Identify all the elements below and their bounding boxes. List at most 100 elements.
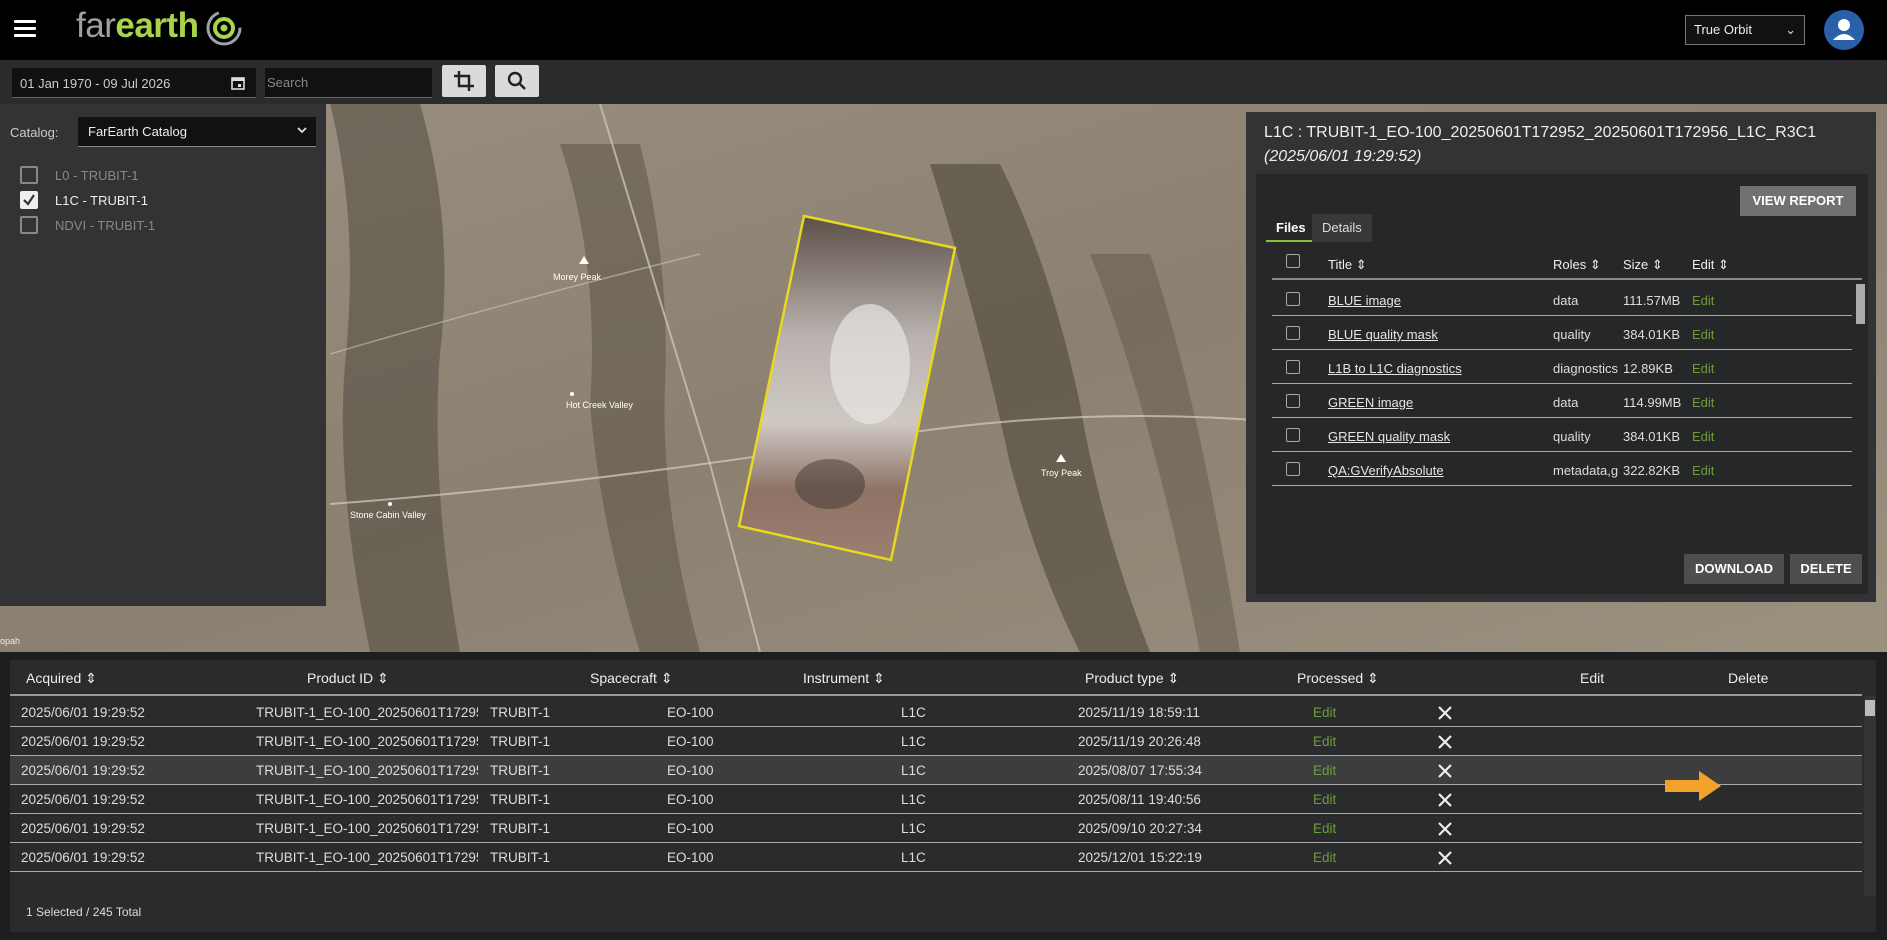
crop-button[interactable] xyxy=(442,65,486,97)
select-all-checkbox[interactable] xyxy=(1286,254,1300,268)
file-size: 322.82KB xyxy=(1623,463,1681,478)
detail-content: VIEW REPORT Files Details Title ⇕ Roles … xyxy=(1256,174,1868,594)
cell-type: L1C xyxy=(901,792,926,807)
column-size[interactable]: Size ⇕ xyxy=(1623,257,1663,273)
column-acquired[interactable]: Acquired ⇕ xyxy=(26,670,97,687)
x-icon[interactable] xyxy=(1436,704,1454,722)
file-row[interactable]: BLUE quality mask quality 384.01KB Edit xyxy=(1272,316,1852,350)
svg-text:Stone Cabin Valley: Stone Cabin Valley xyxy=(350,510,426,520)
cell-instrument: EO-100 xyxy=(667,792,714,807)
row-edit-link[interactable]: Edit xyxy=(1313,850,1336,865)
cell-spacecraft: TRUBIT-1 xyxy=(490,763,551,778)
cell-instrument: EO-100 xyxy=(667,734,714,749)
tab-details[interactable]: Details xyxy=(1312,214,1372,242)
row-checkbox[interactable] xyxy=(1286,462,1300,476)
result-row[interactable]: 2025/06/01 19:29:52 TRUBIT-1_EO-100_20250… xyxy=(10,785,1862,814)
search-button[interactable] xyxy=(495,65,539,97)
result-row[interactable]: 2025/06/01 19:29:52 TRUBIT-1_EO-100_20250… xyxy=(10,698,1862,727)
file-title-link[interactable]: QA:GVerifyAbsolute xyxy=(1328,463,1444,478)
cell-acquired: 2025/06/01 19:29:52 xyxy=(21,763,145,778)
files-scrollbar[interactable] xyxy=(1856,284,1865,324)
catalog-select[interactable]: FarEarth Catalog xyxy=(78,117,316,147)
row-checkbox[interactable] xyxy=(1286,394,1300,408)
column-product-type[interactable]: Product type ⇕ xyxy=(1085,670,1179,687)
menu-icon[interactable] xyxy=(14,20,36,38)
file-edit-link[interactable]: Edit xyxy=(1692,429,1714,444)
row-checkbox[interactable] xyxy=(1286,326,1300,340)
x-icon[interactable] xyxy=(1436,733,1454,751)
column-roles[interactable]: Roles ⇕ xyxy=(1553,257,1601,273)
file-edit-link[interactable]: Edit xyxy=(1692,327,1714,342)
logo-swirl-icon xyxy=(206,10,242,46)
orbit-select[interactable]: True Orbit ⌄ xyxy=(1685,15,1805,45)
cell-type: L1C xyxy=(901,734,926,749)
cell-spacecraft: TRUBIT-1 xyxy=(490,850,551,865)
result-row[interactable]: 2025/06/01 19:29:52 TRUBIT-1_EO-100_20250… xyxy=(10,843,1862,872)
file-title-link[interactable]: BLUE image xyxy=(1328,293,1401,308)
file-roles: diagnostics xyxy=(1553,361,1619,376)
result-row[interactable]: 2025/06/01 19:29:52 TRUBIT-1_EO-100_20250… xyxy=(10,727,1862,756)
catalog-panel: Catalog: FarEarth Catalog L0 - TRUBIT-1 … xyxy=(0,104,326,606)
x-icon[interactable] xyxy=(1436,791,1454,809)
download-button[interactable]: DOWNLOAD xyxy=(1684,554,1784,584)
results-scrollbar-track[interactable] xyxy=(1864,696,1876,896)
person-icon xyxy=(1833,19,1855,40)
cell-product-id: TRUBIT-1_EO-100_20250601T172952_202 xyxy=(256,792,478,807)
file-row[interactable]: BLUE image data 111.57MB Edit xyxy=(1272,282,1852,316)
file-title-link[interactable]: L1B to L1C diagnostics xyxy=(1328,361,1462,376)
x-icon[interactable] xyxy=(1436,849,1454,867)
search-input[interactable]: Search xyxy=(265,68,432,98)
chevron-down-icon: ⌄ xyxy=(1785,22,1796,37)
file-title-link[interactable]: GREEN image xyxy=(1328,395,1413,410)
product-date: (2025/06/01 19:29:52) xyxy=(1264,148,1422,165)
file-row[interactable]: QA:GVerifyAbsolute metadata,g 322.82KB Edit xyxy=(1272,452,1852,486)
cell-spacecraft: TRUBIT-1 xyxy=(490,705,551,720)
checkbox-checked[interactable] xyxy=(20,191,38,209)
cell-product-id: TRUBIT-1_EO-100_20250601T172952_202 xyxy=(256,850,478,865)
account-button[interactable] xyxy=(1824,10,1864,50)
file-row[interactable]: L1B to L1C diagnostics diagnostics 12.89KB… xyxy=(1272,350,1852,384)
x-icon[interactable] xyxy=(1436,762,1454,780)
column-title[interactable]: Title ⇕ xyxy=(1328,257,1367,273)
file-edit-link[interactable]: Edit xyxy=(1692,395,1714,410)
file-title-link[interactable]: GREEN quality mask xyxy=(1328,429,1450,444)
file-roles: quality xyxy=(1553,327,1591,342)
search-toolbar: 01 Jan 1970 - 09 Jul 2026 Search xyxy=(0,60,1887,104)
result-row[interactable]: 2025/06/01 19:29:52 TRUBIT-1_EO-100_20250… xyxy=(10,814,1862,843)
file-row[interactable]: GREEN image data 114.99MB Edit xyxy=(1272,384,1852,418)
row-edit-link[interactable]: Edit xyxy=(1313,821,1336,836)
file-edit-link[interactable]: Edit xyxy=(1692,463,1714,478)
results-scrollbar-thumb[interactable] xyxy=(1865,700,1875,716)
file-size: 111.57MB xyxy=(1623,293,1681,308)
column-edit[interactable]: Edit ⇕ xyxy=(1692,257,1729,273)
crop-icon xyxy=(454,71,474,91)
tab-files[interactable]: Files xyxy=(1266,214,1316,242)
cell-product-id: TRUBIT-1_EO-100_20250601T172952_202 xyxy=(256,821,478,836)
row-edit-link[interactable]: Edit xyxy=(1313,734,1336,749)
checkbox[interactable] xyxy=(20,216,38,234)
result-row[interactable]: 2025/06/01 19:29:52 TRUBIT-1_EO-100_20250… xyxy=(10,756,1862,785)
row-edit-link[interactable]: Edit xyxy=(1313,705,1336,720)
row-edit-link[interactable]: Edit xyxy=(1313,792,1336,807)
date-range-field[interactable]: 01 Jan 1970 - 09 Jul 2026 xyxy=(12,68,256,98)
column-processed[interactable]: Processed ⇕ xyxy=(1297,670,1379,687)
x-icon[interactable] xyxy=(1436,820,1454,838)
row-checkbox[interactable] xyxy=(1286,428,1300,442)
magnifier-icon xyxy=(507,71,526,90)
file-edit-link[interactable]: Edit xyxy=(1692,361,1714,376)
row-checkbox[interactable] xyxy=(1286,360,1300,374)
row-checkbox[interactable] xyxy=(1286,292,1300,306)
svg-text:Hot Creek Valley: Hot Creek Valley xyxy=(566,400,633,410)
file-title-link[interactable]: BLUE quality mask xyxy=(1328,327,1438,342)
delete-button[interactable]: DELETE xyxy=(1790,554,1862,584)
checkbox[interactable] xyxy=(20,166,38,184)
column-product-id[interactable]: Product ID ⇕ xyxy=(307,670,389,687)
file-edit-link[interactable]: Edit xyxy=(1692,293,1714,308)
column-instrument[interactable]: Instrument ⇕ xyxy=(803,670,885,687)
file-row[interactable]: GREEN quality mask quality 384.01KB Edit xyxy=(1272,418,1852,452)
row-edit-link[interactable]: Edit xyxy=(1313,763,1336,778)
calendar-icon[interactable] xyxy=(230,75,246,91)
column-spacecraft[interactable]: Spacecraft ⇕ xyxy=(590,670,673,687)
view-report-button[interactable]: VIEW REPORT xyxy=(1740,186,1856,216)
column-edit: Edit xyxy=(1580,670,1605,686)
